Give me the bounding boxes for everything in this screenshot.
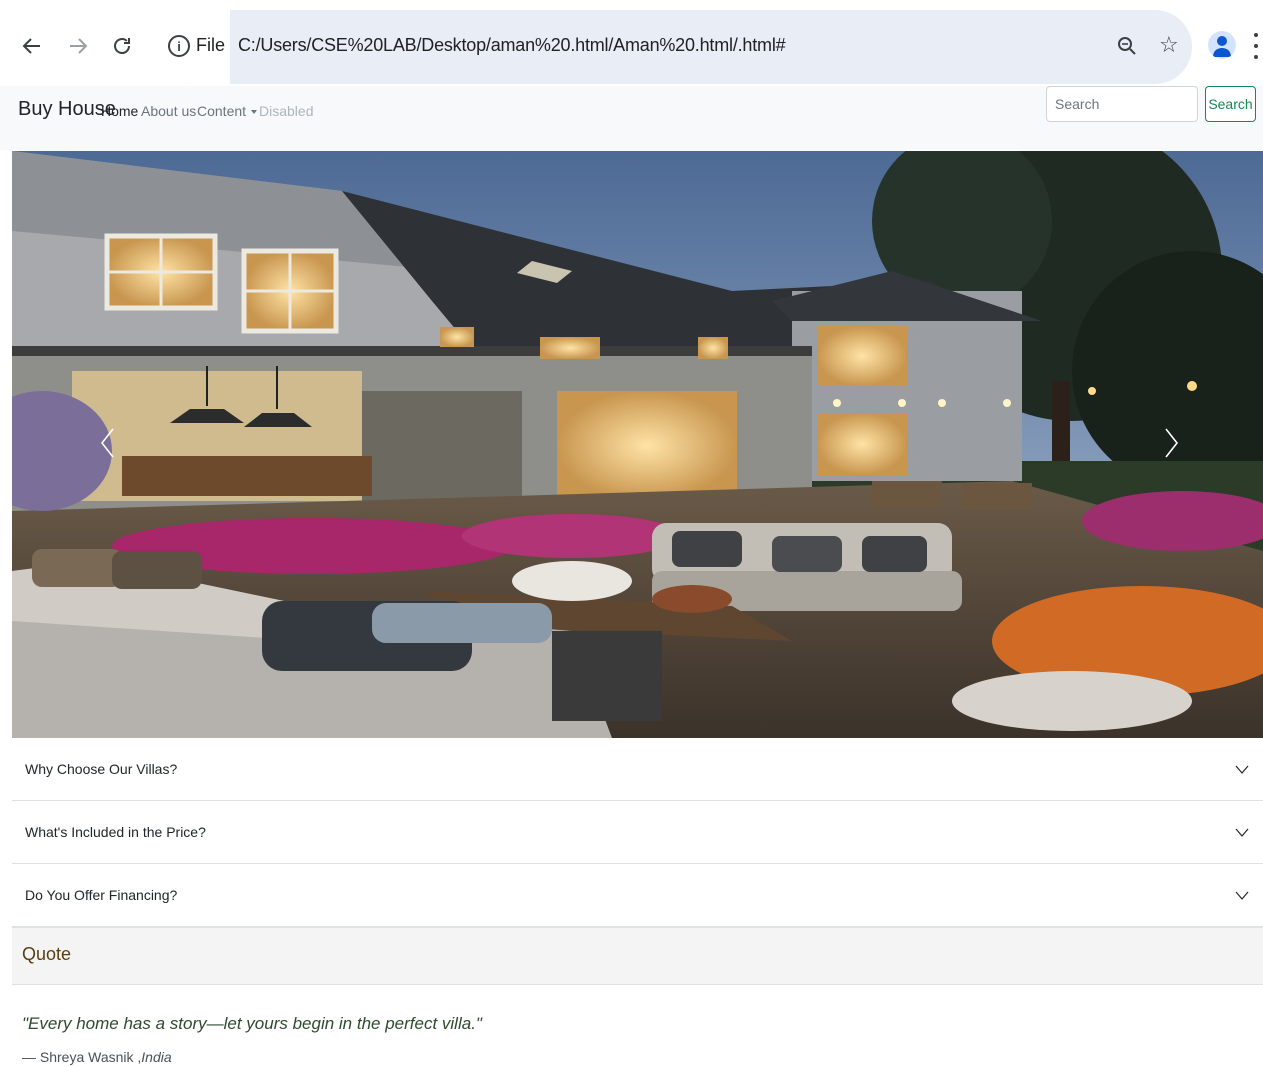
chevron-down-icon (1235, 828, 1249, 837)
url-text[interactable]: C:/Users/CSE%20LAB/Desktop/aman%20.html/… (238, 35, 786, 56)
faq-accordion: Why Choose Our Villas? What's Included i… (12, 738, 1263, 927)
profile-icon[interactable] (1208, 31, 1236, 59)
quote-attribution: — Shreya Wasnik ,India (22, 1049, 172, 1065)
nav-link-content-label: Content (197, 103, 247, 119)
nav-link-home[interactable]: Home (101, 103, 138, 119)
search-input[interactable] (1046, 86, 1198, 122)
reload-button[interactable] (106, 30, 138, 62)
site-navbar: Buy House Home About us Content Disabled… (0, 86, 1263, 150)
arrow-right-icon (70, 38, 88, 54)
carousel-next-button[interactable] (1157, 421, 1187, 465)
quote-source: India (141, 1049, 172, 1065)
arrow-left-icon (22, 38, 40, 54)
chevron-down-icon (1235, 765, 1249, 774)
hero-carousel (12, 151, 1263, 738)
site-info-label: File (196, 35, 226, 55)
quote-card-header: Quote (12, 927, 1263, 985)
kebab-menu-icon[interactable] (1251, 33, 1261, 59)
accordion-item-why-choose[interactable]: Why Choose Our Villas? (12, 738, 1263, 801)
back-button[interactable] (16, 30, 48, 62)
quote-text: "Every home has a story—let yours begin … (22, 1014, 482, 1033)
browser-toolbar: i File C:/Users/CSE%20LAB/Desktop/aman%2… (0, 0, 1263, 86)
nav-link-content-dropdown[interactable]: Content (197, 103, 258, 119)
accordion-item-financing[interactable]: Do You Offer Financing? (12, 864, 1263, 927)
accordion-question: Why Choose Our Villas? (25, 761, 178, 777)
accordion-question: Do You Offer Financing? (25, 887, 178, 903)
zoom-icon[interactable] (1115, 34, 1139, 58)
forward-button[interactable] (62, 30, 94, 62)
chevron-left-icon (100, 428, 114, 458)
reload-icon (114, 38, 130, 54)
villa-photo (12, 151, 1263, 738)
chevron-down-icon (1235, 891, 1249, 900)
chevron-right-icon (1165, 428, 1179, 458)
info-icon: i (168, 35, 190, 57)
nav-link-about[interactable]: About us (141, 103, 196, 119)
search-button[interactable]: Search (1205, 86, 1256, 122)
accordion-item-included[interactable]: What's Included in the Price? (12, 801, 1263, 864)
caret-down-icon (251, 110, 258, 115)
star-icon[interactable]: ☆ (1159, 32, 1179, 58)
quote-author: — Shreya Wasnik , (22, 1049, 142, 1065)
accordion-question: What's Included in the Price? (25, 824, 206, 840)
nav-link-disabled: Disabled (259, 103, 314, 119)
carousel-prev-button[interactable] (92, 421, 122, 465)
